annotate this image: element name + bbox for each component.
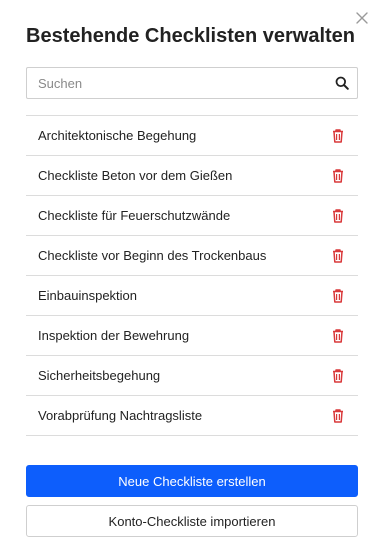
checklist-label: Inspektion der Bewehrung — [38, 328, 190, 343]
checklist-label: Checkliste für Feuerschutzwände — [38, 208, 231, 223]
list-item[interactable]: Checkliste Beton vor dem Gießen — [26, 156, 358, 196]
close-icon[interactable] — [354, 10, 370, 26]
search-box — [26, 67, 358, 99]
list-item[interactable]: Checkliste vor Beginn des Trockenbaus — [26, 236, 358, 276]
list-item[interactable]: Checkliste für Feuerschutzwände — [26, 196, 358, 236]
dialog-title: Bestehende Checklisten verwalten — [26, 25, 356, 47]
import-account-checklist-button[interactable]: Konto-Checkliste importieren — [26, 505, 358, 537]
trash-icon[interactable] — [331, 248, 345, 264]
search-icon[interactable] — [327, 68, 357, 98]
trash-icon[interactable] — [331, 208, 345, 224]
trash-icon[interactable] — [331, 288, 345, 304]
list-item[interactable]: Architektonische Begehung — [26, 116, 358, 156]
trash-icon[interactable] — [331, 368, 345, 384]
checklist-list: Architektonische Begehung Checkliste Bet… — [26, 115, 358, 436]
trash-icon[interactable] — [331, 128, 345, 144]
checklist-label: Checkliste vor Beginn des Trockenbaus — [38, 248, 267, 263]
trash-icon[interactable] — [331, 408, 345, 424]
checklist-label: Vorabprüfung Nachtragsliste — [38, 408, 203, 423]
list-item[interactable]: Sicherheitsbegehung — [26, 356, 358, 396]
checklist-label: Sicherheitsbegehung — [38, 368, 161, 383]
list-item[interactable]: Inspektion der Bewehrung — [26, 316, 358, 356]
checklist-label: Checkliste Beton vor dem Gießen — [38, 168, 233, 183]
list-item[interactable]: Einbauinspektion — [26, 276, 358, 316]
manage-checklists-dialog: Bestehende Checklisten verwalten Archite… — [0, 0, 380, 554]
checklist-label: Architektonische Begehung — [38, 128, 197, 143]
list-item[interactable]: Vorabprüfung Nachtragsliste — [26, 396, 358, 436]
trash-icon[interactable] — [331, 328, 345, 344]
trash-icon[interactable] — [331, 168, 345, 184]
search-input[interactable] — [27, 68, 327, 98]
create-checklist-button[interactable]: Neue Checkliste erstellen — [26, 465, 358, 497]
checklist-label: Einbauinspektion — [38, 288, 138, 303]
